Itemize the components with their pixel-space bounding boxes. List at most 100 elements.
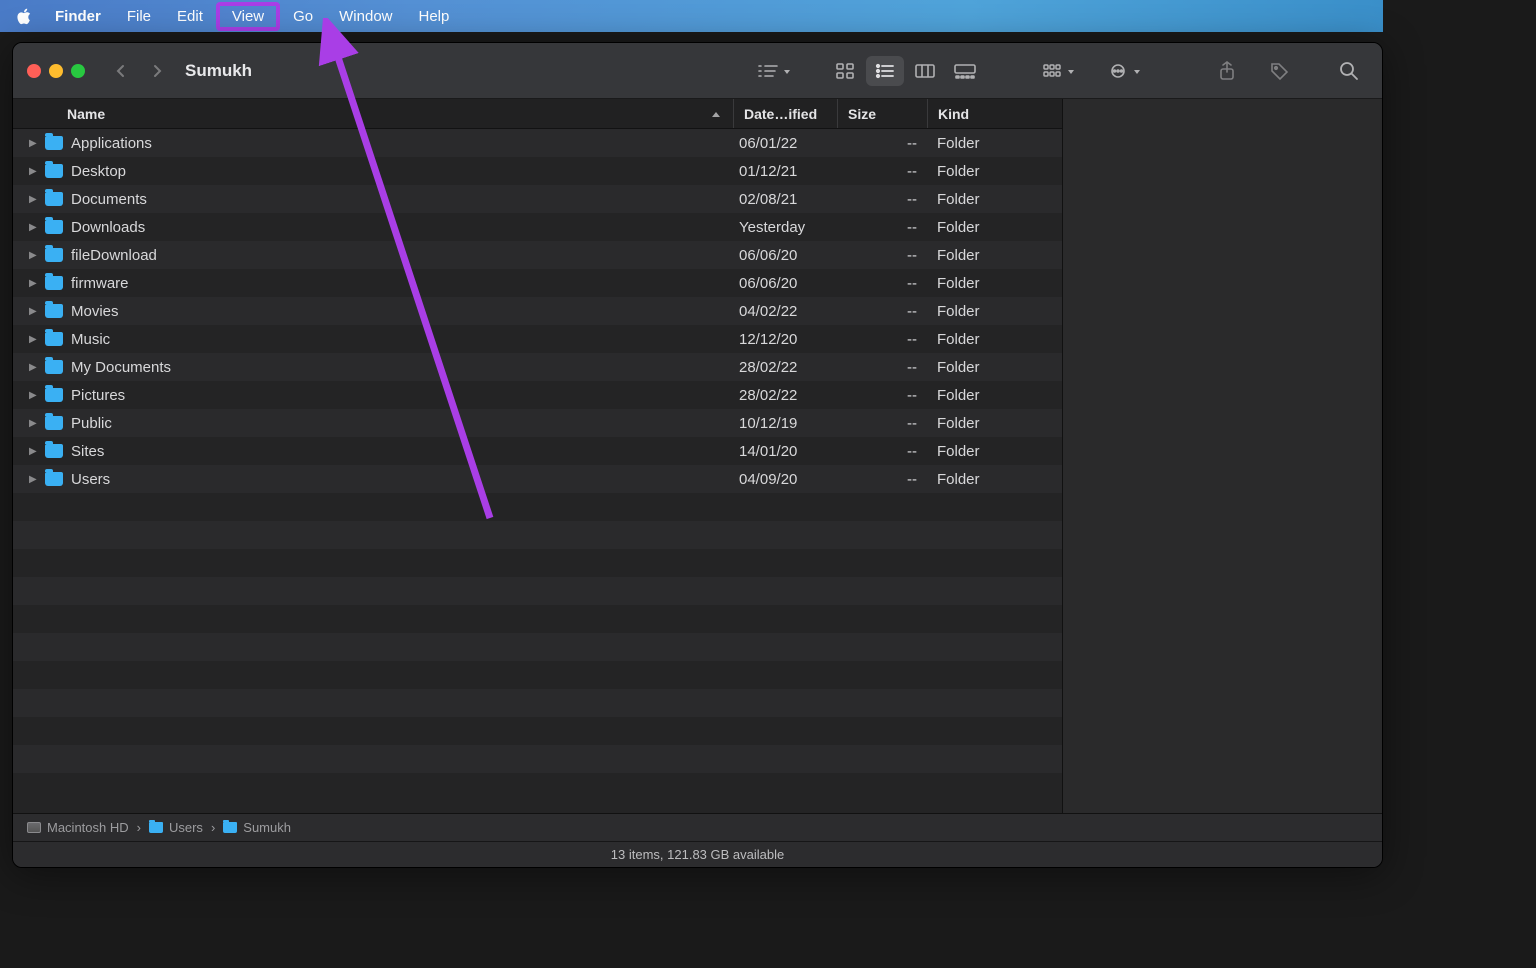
folder-icon	[45, 248, 63, 262]
file-name: Music	[71, 331, 737, 348]
file-row[interactable]: ▶My Documents28/02/22--Folder	[13, 353, 1062, 381]
file-kind: Folder	[931, 387, 1041, 404]
file-row[interactable]: ▶ Music12/12/20--Folder	[13, 325, 1062, 353]
disclosure-triangle-icon[interactable]: ▶	[29, 334, 41, 345]
file-row[interactable]: ▶Documents02/08/21--Folder	[13, 185, 1062, 213]
file-kind: Folder	[931, 247, 1041, 264]
disclosure-triangle-icon[interactable]: ▶	[29, 390, 41, 401]
menu-app[interactable]: Finder	[42, 4, 114, 29]
column-name[interactable]: Name	[13, 106, 733, 122]
file-name: Downloads	[71, 219, 737, 236]
folder-icon	[45, 304, 63, 318]
file-row[interactable]: ▶Users04/09/20--Folder	[13, 465, 1062, 493]
file-date: 01/12/21	[737, 163, 841, 180]
file-size: --	[841, 219, 931, 236]
disclosure-triangle-icon[interactable]: ▶	[29, 474, 41, 485]
minimize-button[interactable]	[49, 64, 63, 78]
file-row[interactable]: ▶Desktop01/12/21--Folder	[13, 157, 1062, 185]
file-size: --	[841, 359, 931, 376]
folder-icon	[45, 388, 63, 402]
share-button[interactable]	[1208, 56, 1246, 86]
file-kind: Folder	[931, 303, 1041, 320]
folder-icon	[149, 822, 163, 833]
menu-view[interactable]: View	[216, 2, 280, 31]
file-kind: Folder	[931, 359, 1041, 376]
disclosure-triangle-icon[interactable]: ▶	[29, 446, 41, 457]
file-row[interactable]: ▶Pictures28/02/22--Folder	[13, 381, 1062, 409]
file-size: --	[841, 331, 931, 348]
forward-button[interactable]	[143, 57, 171, 85]
file-size: --	[841, 443, 931, 460]
search-button[interactable]	[1330, 56, 1368, 86]
file-row[interactable]: ▶Public10/12/19--Folder	[13, 409, 1062, 437]
path-crumb-current[interactable]: Sumukh	[223, 820, 291, 835]
file-row[interactable]: ▶firmware06/06/20--Folder	[13, 269, 1062, 297]
file-kind: Folder	[931, 331, 1041, 348]
disclosure-triangle-icon[interactable]: ▶	[29, 250, 41, 261]
action-menu-button[interactable]	[1094, 56, 1144, 86]
icon-view-button[interactable]	[826, 56, 864, 86]
list-view-button[interactable]	[866, 56, 904, 86]
file-row[interactable]: ▶Movies04/02/22--Folder	[13, 297, 1062, 325]
sort-indicator-icon	[711, 106, 721, 122]
menu-help[interactable]: Help	[406, 4, 463, 29]
menu-file[interactable]: File	[114, 4, 164, 29]
file-size: --	[841, 471, 931, 488]
disclosure-triangle-icon[interactable]: ▶	[29, 278, 41, 289]
file-date: 12/12/20	[737, 331, 841, 348]
file-size: --	[841, 135, 931, 152]
empty-row	[13, 717, 1062, 745]
close-button[interactable]	[27, 64, 41, 78]
path-crumb-root[interactable]: Macintosh HD	[27, 820, 129, 835]
file-name: Movies	[71, 303, 737, 320]
file-list[interactable]: ▶Applications06/01/22--Folder▶Desktop01/…	[13, 129, 1062, 813]
menu-edit[interactable]: Edit	[164, 4, 216, 29]
menu-window[interactable]: Window	[326, 4, 405, 29]
file-kind: Folder	[931, 135, 1041, 152]
column-kind[interactable]: Kind	[927, 99, 1037, 128]
folder-icon	[45, 220, 63, 234]
tags-button[interactable]	[1260, 56, 1298, 86]
path-crumb-users[interactable]: Users	[149, 820, 203, 835]
column-size[interactable]: Size	[837, 99, 927, 128]
file-date: Yesterday	[737, 219, 841, 236]
status-bar: 13 items, 121.83 GB available	[13, 841, 1382, 867]
folder-icon	[45, 164, 63, 178]
file-kind: Folder	[931, 219, 1041, 236]
file-row[interactable]: ▶ DownloadsYesterday--Folder	[13, 213, 1062, 241]
file-size: --	[841, 247, 931, 264]
folder-icon	[45, 192, 63, 206]
disclosure-triangle-icon[interactable]: ▶	[29, 166, 41, 177]
item-display-menu[interactable]	[744, 56, 794, 86]
disclosure-triangle-icon[interactable]: ▶	[29, 138, 41, 149]
folder-icon	[45, 136, 63, 150]
column-date[interactable]: Date…ified	[733, 99, 837, 128]
disclosure-triangle-icon[interactable]: ▶	[29, 362, 41, 373]
disclosure-triangle-icon[interactable]: ▶	[29, 222, 41, 233]
chevron-right-icon: ›	[137, 820, 141, 835]
file-row[interactable]: ▶Applications06/01/22--Folder	[13, 129, 1062, 157]
file-size: --	[841, 191, 931, 208]
folder-icon	[223, 822, 237, 833]
gallery-view-button[interactable]	[946, 56, 984, 86]
disclosure-triangle-icon[interactable]: ▶	[29, 194, 41, 205]
back-button[interactable]	[107, 57, 135, 85]
file-kind: Folder	[931, 471, 1041, 488]
menu-go[interactable]: Go	[280, 4, 326, 29]
file-name: Sites	[71, 443, 737, 460]
file-date: 28/02/22	[737, 359, 841, 376]
file-row[interactable]: ▶Sites14/01/20--Folder	[13, 437, 1062, 465]
disclosure-triangle-icon[interactable]: ▶	[29, 306, 41, 317]
apple-logo[interactable]	[16, 8, 42, 25]
window-title: Sumukh	[185, 61, 252, 81]
disclosure-triangle-icon[interactable]: ▶	[29, 418, 41, 429]
file-row[interactable]: ▶fileDownload06/06/20--Folder	[13, 241, 1062, 269]
file-size: --	[841, 387, 931, 404]
zoom-button[interactable]	[71, 64, 85, 78]
folder-icon	[45, 472, 63, 486]
empty-row	[13, 577, 1062, 605]
preview-pane	[1062, 99, 1382, 813]
group-by-button[interactable]	[1028, 56, 1078, 86]
finder-window: Sumukh	[12, 42, 1383, 868]
column-view-button[interactable]	[906, 56, 944, 86]
